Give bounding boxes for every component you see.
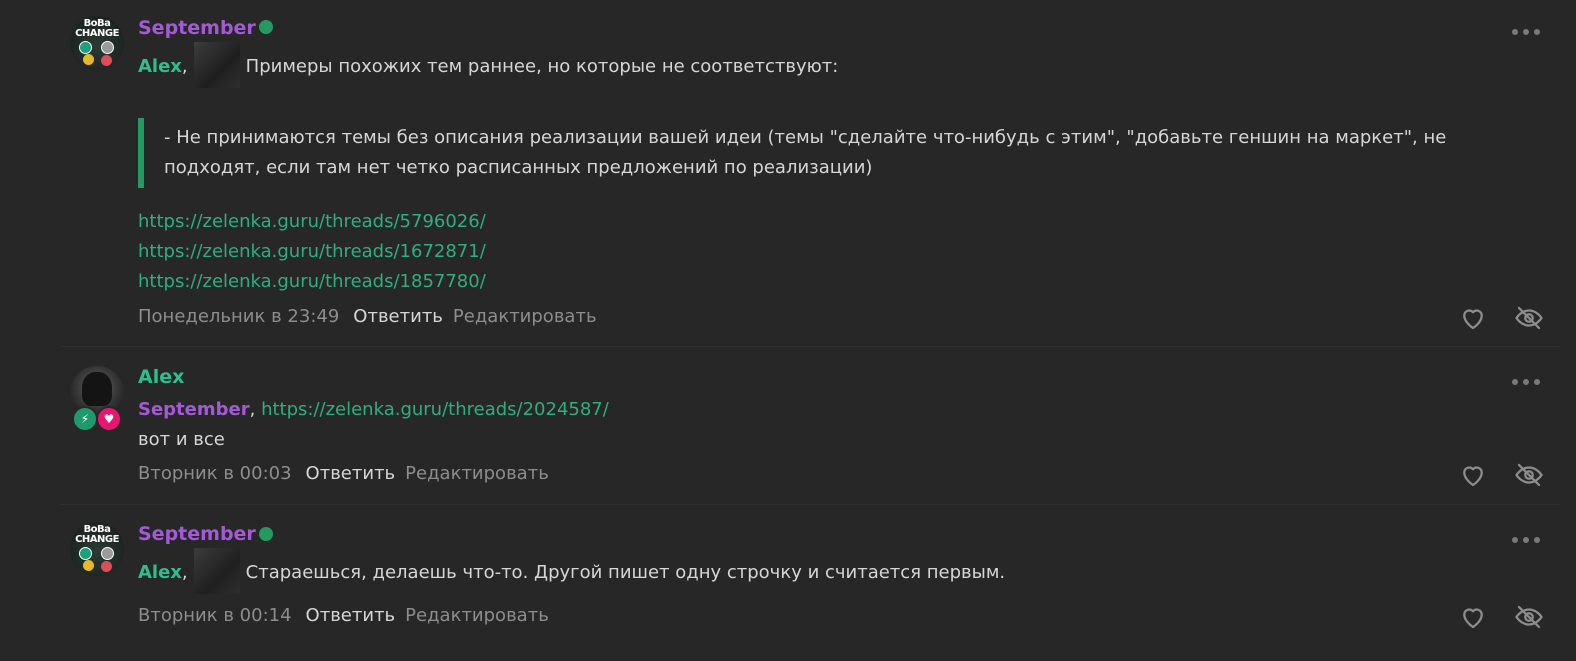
- thread-link[interactable]: https://zelenka.guru/threads/2024587/: [261, 399, 609, 420]
- link-line: https://zelenka.guru/threads/1672871/: [138, 240, 486, 264]
- avatar-logo-text: CHANGE: [75, 28, 119, 39]
- avatar-september[interactable]: BoBa CHANGE: [70, 16, 124, 70]
- online-indicator: [259, 20, 273, 34]
- link-line: https://zelenka.guru/threads/5796026/: [138, 210, 486, 234]
- coin-icon: [79, 547, 92, 560]
- comments-list: BoBa CHANGE September Alex, Примеры похож…: [0, 0, 1576, 661]
- more-dots-icon: [1512, 537, 1518, 543]
- coin-icon: [83, 54, 94, 65]
- lightning-icon: ⚡: [72, 406, 98, 432]
- comment-text: вот и все: [138, 429, 225, 450]
- comment-meta: Понедельник в 23:49 Ответить Редактировать: [138, 305, 597, 329]
- heart-outline-icon[interactable]: [1458, 460, 1488, 490]
- eye-slash-icon[interactable]: [1514, 460, 1544, 490]
- heart-outline-icon[interactable]: [1458, 303, 1488, 333]
- reply-button[interactable]: Ответить: [353, 306, 443, 327]
- divider: [60, 504, 1560, 505]
- quote-block: - Не принимаются темы без описания реали…: [138, 118, 1518, 188]
- comment-author[interactable]: September: [138, 16, 256, 40]
- mention-link[interactable]: September: [138, 399, 250, 420]
- coin-icon: [79, 41, 92, 54]
- thread-link[interactable]: https://zelenka.guru/threads/1857780/: [138, 271, 486, 292]
- avatar-september[interactable]: BoBa CHANGE: [70, 522, 124, 576]
- comment-text-line: September, https://zelenka.guru/threads/…: [138, 399, 609, 420]
- quote-text: - Не принимаются темы без описания реали…: [164, 127, 1447, 178]
- online-indicator: [259, 527, 273, 541]
- avatar-logo-text: CHANGE: [75, 534, 119, 545]
- avatar-image: BoBa CHANGE: [70, 522, 124, 576]
- comment-text: Примеры похожих тем раннее, но которые н…: [245, 56, 839, 77]
- more-options-button[interactable]: [1512, 376, 1546, 388]
- comment-text: Стараешься, делаешь что-то. Другой пишет…: [245, 562, 1006, 583]
- mention-link[interactable]: Alex: [138, 562, 182, 583]
- mention-avatar-thumb[interactable]: [193, 42, 240, 88]
- coin-icon: [101, 547, 114, 560]
- comment-author[interactable]: September: [138, 522, 256, 546]
- more-dots-icon: [1512, 29, 1518, 35]
- edit-button[interactable]: Редактировать: [405, 463, 549, 484]
- heart-icon: ♥: [96, 406, 122, 432]
- coin-icon: [101, 41, 114, 54]
- coin-icon: [101, 561, 112, 572]
- more-options-button[interactable]: [1512, 534, 1546, 546]
- edit-button[interactable]: Редактировать: [405, 605, 549, 626]
- thread-link[interactable]: https://zelenka.guru/threads/5796026/: [138, 211, 486, 232]
- divider: [60, 346, 1560, 347]
- comment-author[interactable]: Alex: [138, 365, 184, 389]
- mention-link[interactable]: Alex: [138, 56, 182, 77]
- eye-slash-icon[interactable]: [1514, 303, 1544, 333]
- link-line: https://zelenka.guru/threads/1857780/: [138, 270, 486, 294]
- coin-icon: [83, 560, 94, 571]
- mention-avatar-thumb[interactable]: [193, 548, 240, 594]
- more-dots-icon: [1512, 379, 1518, 385]
- avatar-alex[interactable]: ⚡ ♥: [70, 366, 124, 432]
- comment-text-line: Alex, Примеры похожих тем раннее, но кото…: [138, 42, 839, 90]
- eye-slash-icon[interactable]: [1514, 602, 1544, 632]
- comment-date: Вторник в 00:14: [138, 605, 292, 626]
- comment-text-line: Alex, Стараешься, делаешь что-то. Другой …: [138, 548, 1006, 596]
- coin-icon: [101, 55, 112, 66]
- comment-date: Понедельник в 23:49: [138, 306, 340, 327]
- comment-meta: Вторник в 00:14 Ответить Редактировать: [138, 604, 549, 628]
- edit-button[interactable]: Редактировать: [453, 306, 597, 327]
- reply-button[interactable]: Ответить: [306, 463, 396, 484]
- thread-link[interactable]: https://zelenka.guru/threads/1672871/: [138, 241, 486, 262]
- avatar-image: BoBa CHANGE: [70, 16, 124, 70]
- comment-date: Вторник в 00:03: [138, 463, 292, 484]
- more-options-button[interactable]: [1512, 26, 1546, 38]
- reply-button[interactable]: Ответить: [306, 605, 396, 626]
- heart-outline-icon[interactable]: [1458, 602, 1488, 632]
- comment-meta: Вторник в 00:03 Ответить Редактировать: [138, 462, 549, 486]
